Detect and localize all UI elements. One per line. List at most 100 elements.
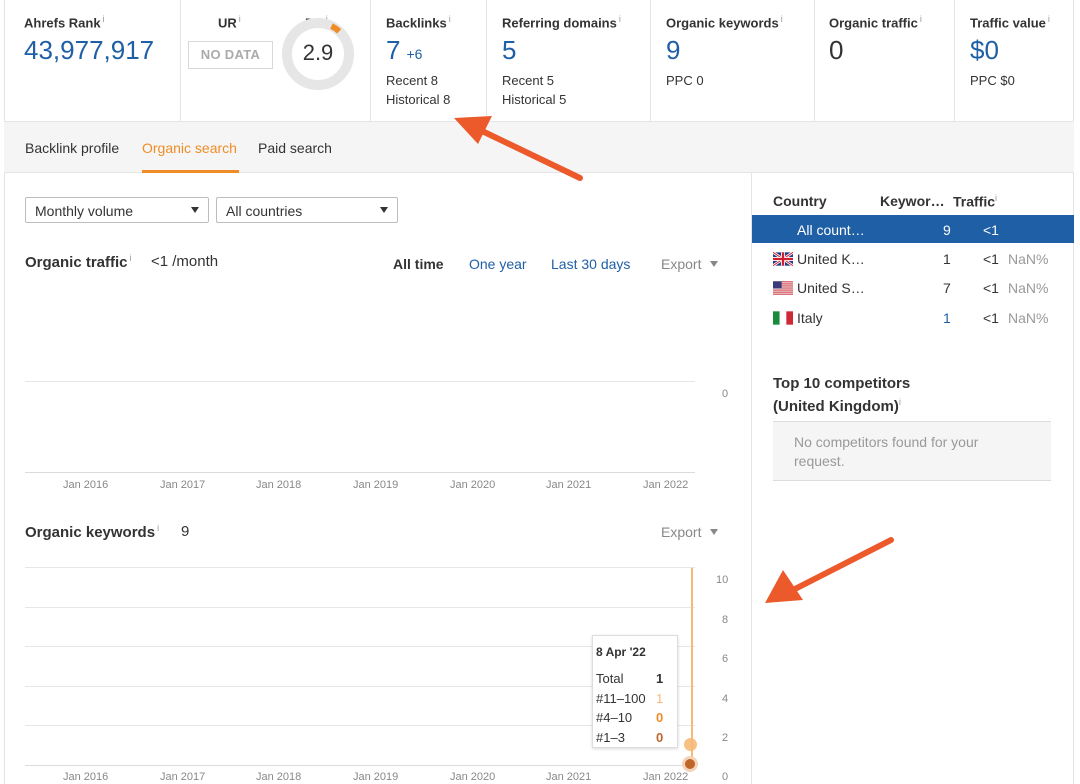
organic-traffic-title: Organic traffic (25, 254, 128, 271)
info-icon[interactable]: i (239, 14, 241, 24)
x-tick-label: Jan 2016 (63, 771, 109, 783)
col-header-traffic[interactable]: Traffic (953, 194, 995, 210)
empty-state-text: request. (794, 453, 845, 469)
referring-domains-value[interactable]: 5 (502, 36, 650, 65)
info-icon[interactable]: i (781, 14, 783, 24)
active-tab-underline (142, 170, 239, 173)
organic-traffic-value: 0 (829, 35, 844, 66)
info-icon[interactable]: i (995, 193, 997, 203)
col-header-country[interactable]: Country (773, 193, 827, 209)
country-traffic: <1 (983, 280, 999, 296)
kw-chart-x-axis (25, 765, 695, 766)
hover-point-total[interactable] (685, 759, 695, 769)
country-row-us[interactable]: United S… 7 <1 NaN% (752, 273, 1074, 301)
organic-keywords-label: Organic keywords (666, 15, 779, 31)
tooltip-date: 8 Apr '22 (596, 645, 646, 659)
organic-keywords-value[interactable]: 9 (666, 36, 814, 65)
country-traffic-share: NaN% (1008, 310, 1049, 326)
backlinks-historical[interactable]: Historical 8 (386, 90, 486, 109)
traffic-value-ppc: PPC $0 (970, 72, 1015, 88)
caret-down-icon (710, 529, 719, 535)
backlinks-value[interactable]: 7 (386, 35, 400, 65)
referring-domains-label: Referring domains (502, 15, 617, 31)
kw-y-tick: 2 (722, 732, 729, 744)
x-tick-label: Jan 2022 (643, 771, 689, 783)
export-label: Export (661, 256, 702, 272)
x-tick-label: Jan 2018 (256, 479, 302, 491)
kw-grid-line (25, 567, 695, 568)
traffic-value-value[interactable]: $0 (970, 36, 1074, 65)
info-icon[interactable]: i (619, 14, 621, 24)
info-icon[interactable]: i (449, 14, 451, 24)
country-row-uk[interactable]: United K… 1 <1 NaN% (752, 244, 1074, 272)
country-row-it[interactable]: Italy 1 <1 NaN% (752, 303, 1074, 331)
tooltip-row-value: 1 (656, 671, 664, 686)
tooltip-row: Total 1 (596, 671, 677, 691)
country-name: All count… (797, 222, 865, 238)
country-traffic: <1 (983, 251, 999, 267)
tab-paid-search[interactable]: Paid search (258, 140, 332, 156)
referring-domains-recent[interactable]: Recent 5 (502, 71, 650, 90)
country-panel: Country Keywor… Traffici All count… 9 <1… (751, 173, 1074, 784)
tab-backlink-profile[interactable]: Backlink profile (25, 140, 119, 156)
info-icon[interactable]: i (899, 397, 901, 407)
backlinks-recent[interactable]: Recent 8 (386, 71, 486, 90)
col-header-keywords[interactable]: Keywor… (880, 193, 945, 209)
hover-point-11-100[interactable] (684, 738, 697, 751)
caret-down-icon (710, 261, 719, 267)
country-keywords: 9 (943, 222, 951, 238)
country-select[interactable]: All countries (216, 197, 398, 223)
x-tick-label: Jan 2022 (643, 479, 689, 491)
tab-organic-search[interactable]: Organic search (142, 140, 237, 156)
tooltip-row-value: 0 (656, 710, 664, 725)
backlinks-delta[interactable]: +6 (406, 46, 422, 62)
info-icon[interactable]: i (1048, 14, 1050, 24)
info-icon[interactable]: i (130, 253, 132, 263)
info-icon[interactable]: i (920, 14, 922, 24)
country-traffic: <1 (983, 310, 999, 326)
x-tick-label: Jan 2017 (160, 479, 206, 491)
tooltip-row: #4–10 0 (596, 710, 677, 730)
x-tick-label: Jan 2021 (546, 771, 592, 783)
organic-traffic-export[interactable]: Export (661, 256, 719, 272)
country-keywords: 1 (943, 251, 951, 267)
traffic-chart-baseline (25, 381, 695, 382)
tooltip-row-label: #4–10 (596, 710, 633, 725)
x-tick-label: Jan 2018 (256, 771, 302, 783)
x-tick-label: Jan 2020 (450, 479, 496, 491)
organic-keywords-ppc: PPC 0 (666, 72, 704, 88)
traffic-chart-x-axis (25, 472, 695, 473)
country-keywords[interactable]: 1 (943, 310, 951, 326)
tooltip-row: #11–100 1 (596, 691, 677, 711)
range-last-30-days[interactable]: Last 30 days (551, 256, 630, 272)
caret-down-icon (191, 207, 199, 213)
metric-backlinks: Backlinks i 7 +6 Recent 8 Historical 8 (371, 0, 487, 121)
country-name: Italy (797, 310, 823, 326)
country-name: United K… (797, 251, 865, 267)
range-one-year[interactable]: One year (469, 256, 527, 272)
keyword-series-spike (691, 568, 693, 765)
metric-referring-domains: Referring domains i 5 Recent 5 Historical … (487, 0, 651, 121)
info-icon[interactable]: i (103, 14, 105, 24)
range-all-time[interactable]: All time (393, 256, 444, 272)
it-flag-icon (773, 311, 793, 325)
country-row-all[interactable]: All count… 9 <1 (752, 215, 1074, 243)
dr-value[interactable]: 2.9 (281, 40, 355, 66)
country-traffic-share: NaN% (1008, 280, 1049, 296)
organic-keywords-export[interactable]: Export (661, 524, 719, 540)
competitors-title-line: (United Kingdom) (773, 398, 899, 415)
ahrefs-rank-value[interactable]: 43,977,917 (24, 36, 180, 65)
kw-y-tick: 4 (722, 693, 729, 705)
traffic-y-tick: 0 (722, 388, 729, 400)
export-label: Export (661, 524, 702, 540)
volume-select[interactable]: Monthly volume (25, 197, 209, 223)
backlinks-label: Backlinks (386, 15, 447, 31)
metric-organic-traffic: Organic traffic i 0 (815, 0, 955, 121)
tooltip-row-value: 0 (656, 729, 664, 745)
referring-domains-historical[interactable]: Historical 5 (502, 90, 650, 109)
competitors-title-line: Top 10 competitors (773, 375, 911, 392)
organic-keywords-count: 9 (181, 523, 190, 540)
ahrefs-rank-label: Ahrefs Rank (24, 15, 101, 31)
info-icon[interactable]: i (157, 523, 159, 533)
country-keywords: 7 (943, 280, 951, 296)
